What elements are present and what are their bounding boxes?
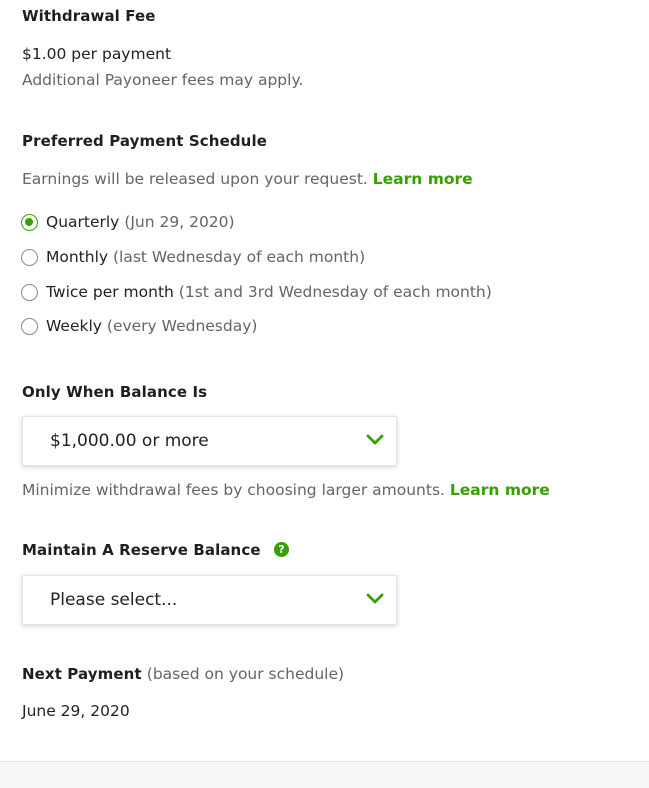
- payment-schedule-title: Preferred Payment Schedule: [22, 132, 267, 150]
- radio-unchecked-icon[interactable]: [21, 317, 38, 335]
- balance-hint-text: Minimize withdrawal fees by choosing lar…: [22, 481, 445, 499]
- payment-settings-page: Withdrawal Fee $1.00 per payment Additio…: [0, 0, 649, 788]
- next-payment-title: Next Payment: [22, 665, 142, 683]
- radio-unchecked-icon[interactable]: [21, 283, 38, 301]
- footer-bar: [0, 761, 649, 788]
- withdrawal-fee-title: Withdrawal Fee: [22, 7, 156, 25]
- balance-learn-more-link[interactable]: Learn more: [450, 481, 550, 499]
- next-payment-qualifier: (based on your schedule): [146, 665, 345, 683]
- schedule-option-label: Weekly (every Wednesday): [46, 317, 257, 335]
- schedule-option-monthly[interactable]: Monthly (last Wednesday of each month): [21, 246, 365, 268]
- schedule-option-twice-per-month[interactable]: Twice per month (1st and 3rd Wednesday o…: [21, 281, 492, 303]
- option-detail: (last Wednesday of each month): [113, 248, 366, 266]
- chevron-down-icon: [366, 434, 384, 445]
- withdrawal-fee-note: Additional Payoneer fees may apply.: [22, 71, 304, 89]
- reserve-balance-placeholder: Please select...: [50, 590, 178, 610]
- option-name: Quarterly: [46, 213, 120, 231]
- chevron-down-icon: [366, 593, 384, 604]
- reserve-balance-title: Maintain A Reserve Balance: [22, 541, 261, 559]
- schedule-option-quarterly[interactable]: Quarterly (Jun 29, 2020): [21, 211, 235, 233]
- schedule-option-label: Monthly (last Wednesday of each month): [46, 248, 365, 266]
- radio-checked-icon[interactable]: [21, 213, 38, 231]
- next-payment-date: June 29, 2020: [22, 702, 130, 720]
- schedule-description-text: Earnings will be released upon your requ…: [22, 170, 368, 188]
- withdrawal-fee-amount: $1.00 per payment: [22, 45, 172, 63]
- balance-threshold-title: Only When Balance Is: [22, 383, 208, 401]
- reserve-balance-select[interactable]: Please select...: [22, 575, 397, 625]
- option-name: Twice per month: [46, 283, 174, 301]
- option-detail: (every Wednesday): [106, 317, 258, 335]
- schedule-option-weekly[interactable]: Weekly (every Wednesday): [21, 315, 257, 337]
- option-detail: (Jun 29, 2020): [124, 213, 235, 231]
- next-payment-header: Next Payment (based on your schedule): [22, 664, 344, 683]
- question-circle-icon[interactable]: ?: [274, 542, 289, 557]
- schedule-learn-more-link[interactable]: Learn more: [373, 170, 473, 188]
- balance-threshold-value: $1,000.00 or more: [50, 431, 209, 451]
- schedule-option-label: Quarterly (Jun 29, 2020): [46, 213, 235, 231]
- radio-unchecked-icon[interactable]: [21, 248, 38, 266]
- payment-schedule-description: Earnings will be released upon your requ…: [22, 170, 473, 188]
- balance-threshold-select[interactable]: $1,000.00 or more: [22, 416, 397, 466]
- schedule-option-label: Twice per month (1st and 3rd Wednesday o…: [46, 283, 492, 301]
- option-name: Monthly: [46, 248, 109, 266]
- option-detail: (1st and 3rd Wednesday of each month): [178, 283, 492, 301]
- option-name: Weekly: [46, 317, 102, 335]
- balance-threshold-hint: Minimize withdrawal fees by choosing lar…: [22, 481, 550, 499]
